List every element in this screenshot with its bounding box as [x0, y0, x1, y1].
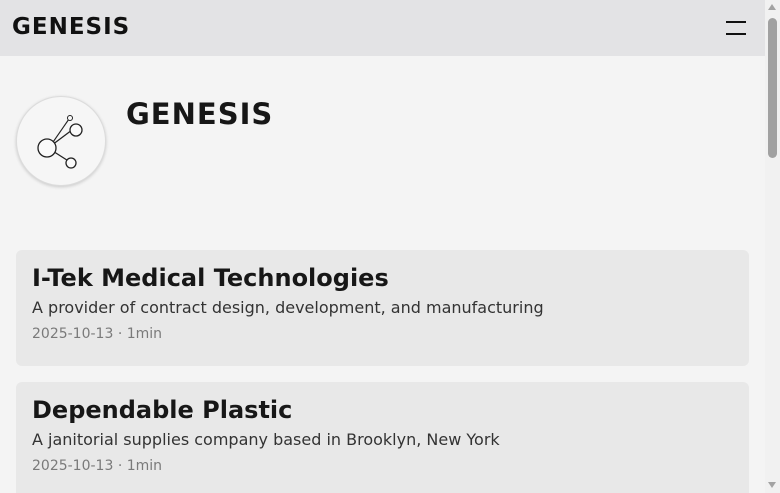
- menu-line-bottom: [726, 33, 746, 35]
- post-card[interactable]: Dependable Plastic A janitorial supplies…: [16, 382, 749, 493]
- meta-separator: ·: [117, 458, 123, 474]
- post-title[interactable]: I-Tek Medical Technologies: [32, 263, 733, 293]
- site-title: GENESIS: [126, 97, 274, 131]
- menu-line-top: [726, 21, 746, 23]
- post-date: 2025-10-13: [32, 458, 114, 474]
- hamburger-menu-icon[interactable]: [722, 16, 752, 40]
- page: GENESIS GENESIS I-Tek Medical Technologi…: [0, 0, 765, 493]
- vertical-scrollbar[interactable]: [765, 0, 780, 493]
- post-reading-time: 1min: [126, 458, 163, 474]
- post-meta: 2025-10-13 · 1min: [32, 325, 733, 343]
- scroll-down-arrow-icon[interactable]: [768, 482, 776, 488]
- brand-logo-link[interactable]: GENESIS: [12, 12, 130, 42]
- post-meta: 2025-10-13 · 1min: [32, 457, 733, 475]
- post-date: 2025-10-13: [32, 326, 114, 342]
- share-network-icon: [37, 115, 83, 169]
- scrollbar-thumb[interactable]: [768, 18, 777, 158]
- meta-separator: ·: [117, 326, 123, 342]
- post-description: A janitorial supplies company based in B…: [32, 430, 500, 449]
- scroll-up-arrow-icon[interactable]: [768, 4, 776, 10]
- post-title[interactable]: Dependable Plastic: [32, 395, 733, 425]
- post-reading-time: 1min: [126, 326, 163, 342]
- top-navigation-bar: GENESIS: [0, 0, 765, 56]
- avatar: [16, 96, 106, 186]
- post-card[interactable]: I-Tek Medical Technologies A provider of…: [16, 250, 749, 366]
- post-description: A provider of contract design, developme…: [32, 298, 544, 317]
